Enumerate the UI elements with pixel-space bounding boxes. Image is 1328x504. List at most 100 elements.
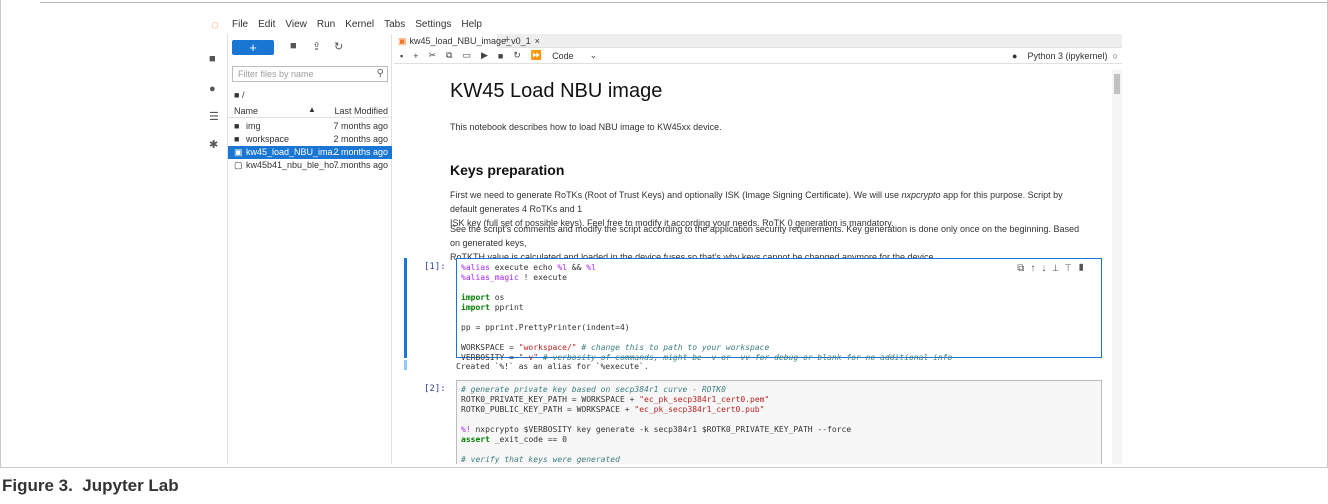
folder-icon: ■ bbox=[234, 90, 240, 100]
notebook-title: KW45 Load NBU image bbox=[450, 80, 663, 102]
upload-icon[interactable]: ⇪ bbox=[312, 40, 321, 53]
notebook-icon: ▣ bbox=[398, 35, 407, 46]
file-name: workspace bbox=[246, 134, 290, 144]
delete-icon[interactable]: ▮ bbox=[1077, 263, 1091, 274]
file-modified: 7 months ago bbox=[333, 160, 388, 170]
bug-icon: ● bbox=[1012, 51, 1018, 61]
cell-prompt: [2]: bbox=[424, 384, 446, 394]
close-icon[interactable]: × bbox=[535, 36, 540, 46]
filter-input[interactable]: Filter files by name ⚲ bbox=[232, 66, 388, 82]
insert-above-icon[interactable]: ⊥ bbox=[1052, 263, 1064, 274]
file-name: kw45_load_NBU_ima... bbox=[246, 147, 341, 157]
file-browser: + ■ ⇪ ↻ Filter files by name ⚲ ■ / Name … bbox=[228, 34, 392, 464]
breadcrumb[interactable]: ■ / bbox=[234, 90, 244, 100]
file-list-header: Name ▲ Last Modified bbox=[228, 104, 392, 118]
code-line: ROTK0_PRIVATE_KEY_PATH = WORKSPACE + "ec… bbox=[461, 395, 770, 404]
column-name[interactable]: Name bbox=[234, 106, 258, 116]
cell-type-select[interactable]: Code bbox=[552, 51, 574, 61]
stop-icon[interactable]: ■ bbox=[498, 51, 503, 61]
menu-tabs[interactable]: Tabs bbox=[384, 19, 405, 30]
cut-icon[interactable]: ✂ bbox=[428, 50, 436, 61]
para2-line1: See the script's comments and modify the… bbox=[450, 224, 1080, 248]
insert-cell-icon[interactable]: + bbox=[413, 51, 418, 61]
scrollbar-thumb[interactable] bbox=[1114, 74, 1120, 94]
extension-icon[interactable]: ✱ bbox=[209, 140, 219, 151]
code-line: import pprint bbox=[461, 303, 524, 312]
figure-caption: Figure 3. Jupyter Lab bbox=[2, 476, 179, 495]
save-icon[interactable]: ▪ bbox=[400, 51, 403, 61]
file-name: img bbox=[246, 121, 261, 131]
fast-forward-icon[interactable]: ⏩ bbox=[531, 50, 542, 61]
code-line: %alias_magic ! execute bbox=[461, 273, 567, 282]
chevron-down-icon[interactable]: ⌄ bbox=[590, 50, 598, 61]
code-line: # verify that keys were generated bbox=[461, 455, 620, 464]
code-line: pp = pprint.PrettyPrinter(indent=4) bbox=[461, 323, 630, 332]
para1-em: nxpcrypto bbox=[901, 190, 941, 200]
menu-view[interactable]: View bbox=[285, 19, 307, 30]
restart-icon[interactable]: ↻ bbox=[513, 50, 521, 61]
code-editor[interactable]: ⧉↑↓⊥⊤▮ %alias execute echo %l && %l %ali… bbox=[456, 258, 1102, 362]
file-row-selected[interactable]: ▣ kw45_load_NBU_ima... 2 months ago bbox=[228, 146, 392, 159]
menu-run[interactable]: Run bbox=[317, 19, 335, 30]
new-folder-icon[interactable]: ■ bbox=[290, 40, 297, 52]
refresh-icon[interactable]: ↻ bbox=[334, 40, 343, 53]
tab-bar: ▣ kw45_load_NBU_image_v0_1 × + bbox=[394, 34, 1122, 48]
tab-label: kw45_load_NBU_image_v0_1 bbox=[409, 36, 531, 46]
insert-below-icon[interactable]: ⊤ bbox=[1065, 263, 1077, 274]
file-row[interactable]: ■ workspace 2 months ago bbox=[228, 133, 392, 146]
menu-edit[interactable]: Edit bbox=[258, 19, 275, 30]
file-row[interactable]: ▢ kw45b41_nbu_ble_ho... 7 months ago bbox=[228, 159, 392, 172]
duplicate-icon[interactable]: ⧉ bbox=[1017, 263, 1030, 274]
notebook-toolbar: ▪ + ✂ ⧉ ▭ ▶ ■ ↻ ⏩ Code ⌄ ● Python 3 (ipy… bbox=[394, 48, 1122, 64]
run-icon[interactable]: ▶ bbox=[481, 50, 488, 61]
code-cell-2[interactable]: [2]: # generate private key based on sec… bbox=[404, 380, 1102, 464]
copy-icon[interactable]: ⧉ bbox=[446, 50, 452, 61]
menu-file[interactable]: File bbox=[232, 19, 248, 30]
sort-up-icon: ▲ bbox=[308, 105, 316, 114]
running-icon[interactable]: ● bbox=[209, 84, 219, 95]
activity-bar: ■ ● ☰ ✱ bbox=[200, 34, 228, 464]
notebook-document: KW45 Load NBU image This notebook descri… bbox=[394, 64, 1106, 464]
menu-help[interactable]: Help bbox=[461, 19, 482, 30]
column-modified[interactable]: Last Modified bbox=[334, 106, 388, 116]
main-area: ▣ kw45_load_NBU_image_v0_1 × + ▪ + ✂ ⧉ ▭… bbox=[394, 34, 1122, 464]
code-line: %! nxpcrypto $VERBOSITY key generate -k … bbox=[461, 425, 852, 434]
code-line: # generate private key based on secp384r… bbox=[461, 385, 726, 394]
search-icon: ⚲ bbox=[376, 68, 384, 79]
vertical-scrollbar[interactable] bbox=[1112, 70, 1122, 464]
paste-icon[interactable]: ▭ bbox=[462, 50, 471, 61]
kernel-name: Python 3 (ipykernel) bbox=[1027, 51, 1108, 61]
file-modified: 7 months ago bbox=[333, 121, 388, 131]
breadcrumb-root: / bbox=[241, 90, 245, 100]
file-modified: 2 months ago bbox=[333, 134, 388, 144]
file-name: kw45b41_nbu_ble_ho... bbox=[246, 160, 342, 170]
move-down-icon[interactable]: ↓ bbox=[1041, 263, 1052, 274]
cell-prompt: [1]: bbox=[424, 262, 446, 272]
menubar: ◌ File Edit View Run Kernel Tabs Setting… bbox=[200, 14, 1122, 34]
jupyter-lab-window: ◌ File Edit View Run Kernel Tabs Setting… bbox=[200, 14, 1122, 464]
code-cell-1[interactable]: [1]: ⧉↑↓⊥⊤▮ %alias execute echo %l && %l… bbox=[404, 258, 1102, 362]
add-tab-icon[interactable]: + bbox=[504, 34, 510, 47]
menu-kernel[interactable]: Kernel bbox=[345, 19, 374, 30]
tab-notebook[interactable]: ▣ kw45_load_NBU_image_v0_1 × bbox=[394, 34, 540, 48]
kernel-idle-icon: ○ bbox=[1112, 51, 1118, 61]
file-icon: ▢ bbox=[234, 160, 243, 170]
kernel-status[interactable]: ● Python 3 (ipykernel) ○ bbox=[1012, 51, 1118, 61]
code-line: assert _exit_code == 0 bbox=[461, 435, 567, 444]
code-editor[interactable]: # generate private key based on secp384r… bbox=[456, 380, 1102, 464]
file-row[interactable]: ■ img 7 months ago bbox=[228, 120, 392, 133]
toc-icon[interactable]: ☰ bbox=[209, 112, 219, 123]
folder-icon: ■ bbox=[234, 121, 240, 131]
new-launcher-button[interactable]: + bbox=[232, 40, 274, 55]
jupyter-logo-icon: ◌ bbox=[211, 16, 219, 32]
folder-icon[interactable]: ■ bbox=[209, 54, 219, 65]
cell-toolbar: ⧉↑↓⊥⊤▮ bbox=[1017, 263, 1091, 274]
para1-a: First we need to generate RoTKs (Root of… bbox=[450, 190, 902, 200]
menu-settings[interactable]: Settings bbox=[415, 19, 451, 30]
move-up-icon[interactable]: ↑ bbox=[1030, 263, 1041, 274]
